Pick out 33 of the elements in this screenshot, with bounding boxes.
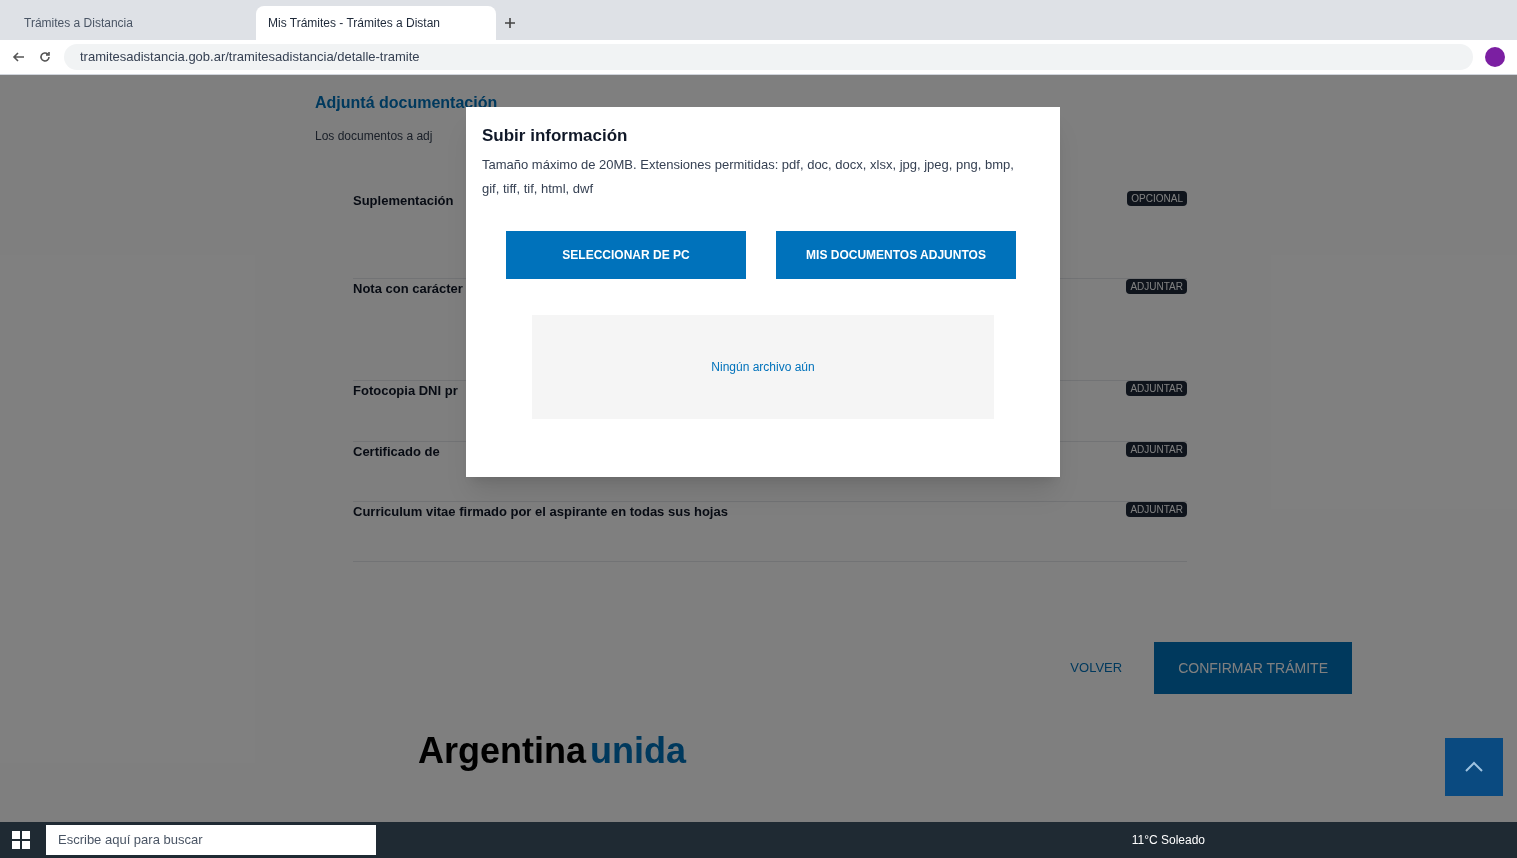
footer-logo-text: unida [590, 729, 686, 773]
taskbar-search-field[interactable]: Escribe aquí para buscar [46, 825, 376, 855]
footer-logo-text: Argentina [418, 729, 586, 773]
address-bar[interactable]: tramitesadistancia.gob.ar/tramitesadistancia/detalle-tramite [64, 44, 1473, 70]
section-subheading: Los documentos a adj [315, 128, 433, 145]
status-badge: ADJUNTAR [1126, 442, 1187, 457]
drop-zone-text: Ningún archivo aún [711, 358, 815, 376]
back-icon[interactable] [12, 50, 26, 64]
plus-icon [504, 17, 516, 29]
document-label: Fotocopia DNI pr [353, 382, 458, 400]
reload-icon[interactable] [38, 50, 52, 64]
drop-zone[interactable]: Ningún archivo aún [532, 314, 994, 419]
status-badge: ADJUNTAR [1126, 502, 1187, 517]
document-label: Curriculum vitae firmado por el aspirante en todas sus hojas [353, 503, 728, 521]
document-label: Suplementación [353, 192, 454, 210]
back-link[interactable]: VOLVER [1070, 658, 1123, 678]
status-badge: ADJUNTAR [1126, 279, 1187, 294]
modal-title: Subir información [482, 125, 629, 147]
status-badge: OPCIONAL [1127, 191, 1187, 206]
section-heading: Adjuntá documentación [315, 93, 498, 113]
upload-option-button[interactable]: SELECCIONAR DE PC [506, 230, 746, 279]
upload-option-button[interactable]: MIS DOCUMENTOS ADJUNTOS [776, 230, 1016, 279]
modal-description: Tamaño máximo de 20MB. Extensiones permitidas: pdf, doc, docx, xlsx, jpg, jpeg, png, bmp, gif, tiff, tif, html, dwf [482, 155, 1015, 198]
profile-avatar[interactable] [1485, 47, 1505, 67]
windows-start-icon[interactable] [12, 831, 30, 849]
document-label: Certificado de [353, 443, 440, 461]
browser-tab[interactable]: Mis Trámites - Trámites a Distan [256, 6, 496, 40]
browser-tab[interactable]: Trámites a Distancia [12, 6, 252, 40]
chevron-up-icon [1464, 761, 1484, 773]
confirm-button[interactable]: CONFIRMAR TRÁMITE [1154, 642, 1352, 694]
weather-text: 11°C Soleado [1131, 832, 1206, 849]
status-badge: ADJUNTAR [1126, 381, 1187, 396]
document-label: Nota con carácter [353, 280, 463, 298]
